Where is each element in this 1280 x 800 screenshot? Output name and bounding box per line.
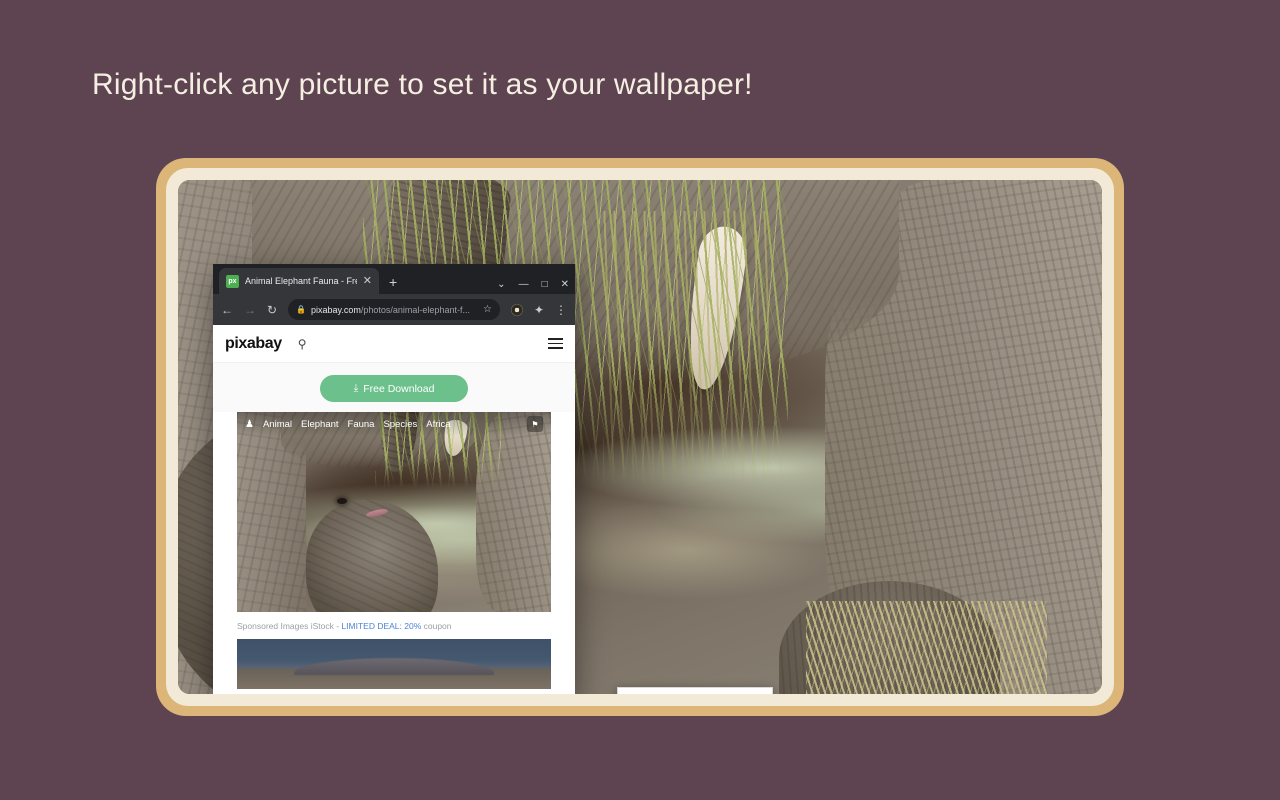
- close-tab-icon[interactable]: ✕: [363, 275, 372, 287]
- chevron-down-icon[interactable]: ⌄: [497, 279, 505, 290]
- page-title: Right-click any picture to set it as you…: [92, 68, 753, 101]
- new-tab-icon[interactable]: +: [389, 274, 397, 290]
- wallpaper-photo: px Animal Elephant Fauna - Free pho ✕ + …: [178, 180, 1102, 694]
- tag-species[interactable]: Species: [383, 419, 417, 430]
- browser-menu-icon[interactable]: ⋮: [555, 304, 567, 316]
- image-tag-bar: ♟ Animal Elephant Fauna Species Africa ⚑: [237, 412, 551, 436]
- pixabay-favicon: px: [226, 274, 239, 288]
- url-domain: pixabay.com: [311, 304, 361, 315]
- close-window-icon[interactable]: ✕: [561, 279, 569, 290]
- address-bar[interactable]: 🔒 pixabay.com/photos/animal-elephant-f..…: [288, 299, 500, 320]
- tab-title: Animal Elephant Fauna - Free pho: [245, 276, 357, 286]
- puzzle-extensions-icon[interactable]: ✦: [534, 304, 544, 316]
- thumbnail-photo: [237, 412, 551, 612]
- image-preview[interactable]: ♟ Animal Elephant Fauna Species Africa ⚑: [237, 412, 551, 612]
- search-icon[interactable]: ⚲: [298, 337, 307, 351]
- maximize-icon[interactable]: □: [542, 279, 548, 290]
- hanging-grass-secondary: [603, 210, 770, 489]
- tag-elephant[interactable]: Elephant: [301, 419, 339, 430]
- sponsored-link[interactable]: LIMITED DEAL: 20%: [341, 621, 421, 631]
- free-download-button[interactable]: ⤓ Free Download: [319, 375, 469, 402]
- tag-fauna[interactable]: Fauna: [348, 419, 375, 430]
- dry-grass-clump: [806, 601, 1047, 694]
- download-arrow-icon: ⤓: [353, 382, 359, 394]
- url-path: /photos/animal-elephant-f...: [360, 304, 470, 315]
- forward-icon[interactable]: →: [244, 304, 256, 316]
- pixabay-header: pixabay ⚲: [213, 325, 575, 363]
- free-download-label: Free Download: [363, 382, 435, 395]
- reload-icon[interactable]: ↻: [267, 304, 277, 316]
- sponsored-text: Sponsored Images iStock - LIMITED DEAL: …: [237, 620, 551, 633]
- hamburger-menu-icon[interactable]: [548, 338, 563, 349]
- browser-tab[interactable]: px Animal Elephant Fauna - Free pho ✕: [219, 268, 379, 294]
- menu-item-open-image-new-tab[interactable]: Open image in new tab: [618, 693, 772, 694]
- context-menu: Open image in new tab Save image as.. Co…: [617, 687, 773, 694]
- address-bar-url: pixabay.com/photos/animal-elephant-f...: [311, 305, 470, 315]
- lock-icon: 🔒: [296, 305, 307, 314]
- uploader-avatar-icon[interactable]: ♟: [245, 419, 254, 430]
- pixabay-logo[interactable]: pixabay: [225, 335, 282, 353]
- bookmark-star-icon[interactable]: ☆: [483, 304, 492, 315]
- flag-icon[interactable]: ⚑: [527, 416, 543, 432]
- pixabay-page: pixabay ⚲ ⤓ Free Download ♟ Animal Eleph…: [213, 325, 575, 694]
- tab-strip: px Animal Elephant Fauna - Free pho ✕ + …: [213, 264, 575, 294]
- photo-frame-inner: px Animal Elephant Fauna - Free pho ✕ + …: [166, 168, 1114, 706]
- sponsored-suffix: coupon: [421, 621, 452, 631]
- sponsored-ad-image[interactable]: [237, 638, 551, 689]
- tag-africa[interactable]: Africa: [426, 419, 450, 430]
- photo-frame-outer: px Animal Elephant Fauna - Free pho ✕ + …: [156, 158, 1124, 716]
- tag-animal[interactable]: Animal: [263, 419, 292, 430]
- download-section: ⤓ Free Download: [213, 363, 575, 412]
- crospaper-extension-icon[interactable]: [510, 303, 523, 316]
- sponsored-prefix: Sponsored Images iStock -: [237, 621, 342, 631]
- window-controls: ⌄ — □ ✕: [497, 279, 569, 290]
- chrome-browser-window: px Animal Elephant Fauna - Free pho ✕ + …: [213, 264, 575, 694]
- minimize-icon[interactable]: —: [519, 279, 529, 290]
- browser-toolbar: ← → ↻ 🔒 pixabay.com/photos/animal-elepha…: [213, 294, 575, 325]
- back-icon[interactable]: ←: [221, 304, 233, 316]
